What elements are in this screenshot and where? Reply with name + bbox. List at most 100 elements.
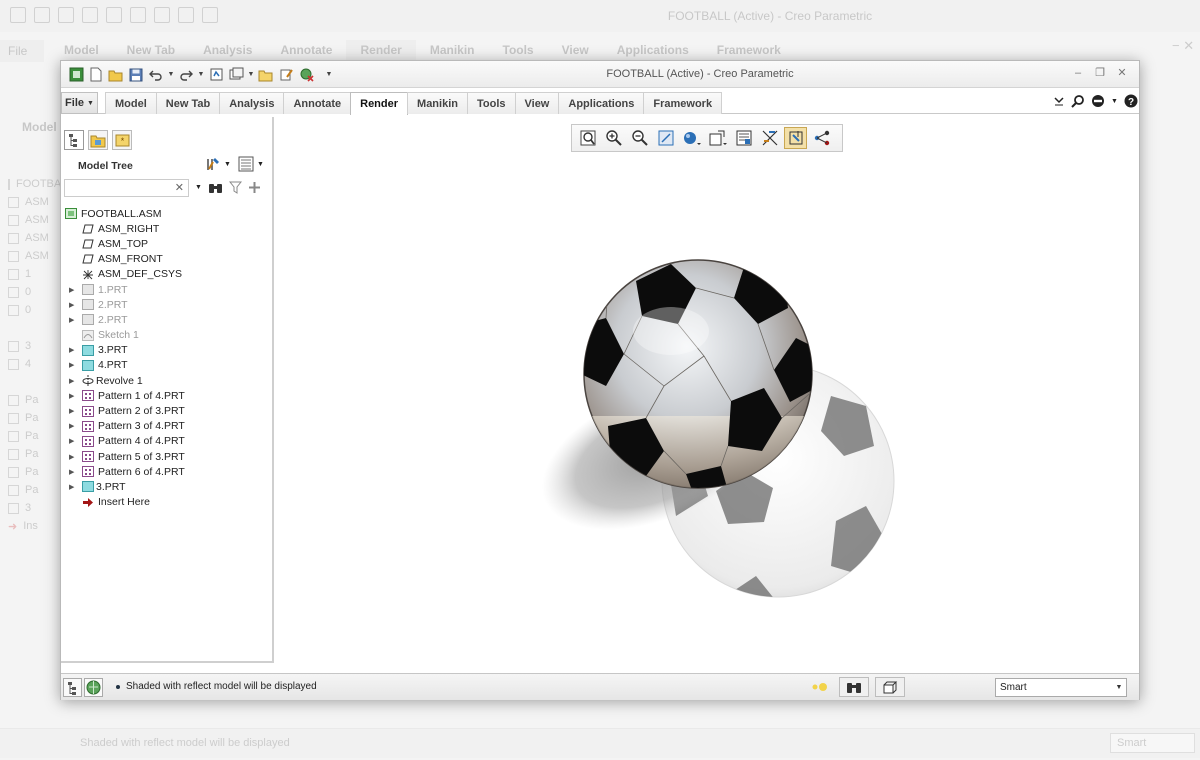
zoom-out-icon[interactable] [628, 127, 651, 149]
bg-tab: Model [64, 43, 99, 57]
tree-item-pattern-5[interactable]: ▶ Pattern 5 of 3.PRT [65, 449, 270, 464]
tab-annotate[interactable]: Annotate [283, 92, 352, 114]
bg-tree-row: ➜ Ins [8, 520, 38, 533]
tree-item-label: Insert Here [98, 496, 150, 509]
bg-model-tree: FOOTBALL.ASM ASM ASM ASM ASM 1 0 0 3 4 P… [0, 72, 100, 632]
tab-tools[interactable]: Tools [466, 92, 516, 114]
part-icon [82, 344, 94, 356]
refit-icon[interactable] [576, 127, 599, 149]
model-tree-tab-icon[interactable] [64, 130, 84, 150]
expand-arrow-icon[interactable]: ▶ [69, 392, 77, 400]
add-column-icon[interactable] [248, 181, 261, 194]
spin-center-icon[interactable] [784, 127, 807, 149]
tree-item-sketch-1[interactable]: Sketch 1 [65, 328, 270, 343]
show-columns-dropdown-icon[interactable]: ▼ [257, 161, 264, 168]
expand-arrow-icon[interactable]: ▶ [69, 361, 77, 369]
filter-icon[interactable] [228, 181, 242, 194]
tree-item-pattern-1[interactable]: ▶ Pattern 1 of 4.PRT [65, 388, 270, 403]
graphics-window[interactable] [276, 156, 1139, 671]
annotation-display-icon[interactable] [810, 127, 833, 149]
tab-framework[interactable]: Framework [643, 92, 723, 114]
tab-analysis[interactable]: Analysis [219, 92, 285, 114]
tree-search-field[interactable]: ✕ [64, 179, 189, 197]
find-binoculars-icon[interactable] [208, 181, 223, 194]
chevron-down-icon: ▼ [87, 99, 94, 107]
expand-arrow-icon[interactable]: ▶ [69, 468, 77, 476]
find-tool[interactable] [839, 677, 869, 697]
navigator-toggle-icon[interactable] [63, 678, 82, 697]
display-style-icon[interactable] [680, 127, 703, 149]
tree-item-3-prt-b[interactable]: ▶ 3.PRT [65, 479, 270, 494]
tree-search-input[interactable] [65, 180, 173, 196]
tree-item-pattern-2[interactable]: ▶ Pattern 2 of 3.PRT [65, 403, 270, 418]
geometry-selection-tool[interactable] [875, 677, 905, 697]
file-menu[interactable]: File ▼ [61, 92, 98, 114]
message-bullet-icon [116, 684, 120, 689]
favorites-tab-icon[interactable]: * [112, 130, 132, 150]
tree-item-1-prt[interactable]: ▶ 1.PRT [65, 282, 270, 297]
bg-statusbar: Shaded with reflect model will be displa… [0, 728, 1200, 758]
minimize-icon[interactable]: ‒ [1071, 66, 1085, 80]
tree-item-pattern-6[interactable]: ▶ Pattern 6 of 4.PRT [65, 464, 270, 479]
tree-item-label: 1.PRT [98, 283, 128, 296]
tree-settings-icon[interactable] [205, 156, 221, 172]
status-toggles [63, 678, 103, 697]
csys-icon [82, 269, 94, 280]
search-icon[interactable] [1071, 94, 1085, 108]
tree-item-pattern-4[interactable]: ▶ Pattern 4 of 4.PRT [65, 434, 270, 449]
selection-filter-select[interactable]: Smart ▼ [995, 678, 1127, 697]
view-manager-icon[interactable] [732, 127, 755, 149]
tree-item-asm-top[interactable]: ASM_TOP [65, 236, 270, 251]
expand-arrow-icon[interactable]: ▶ [69, 483, 77, 491]
tree-item-asm-def-csys[interactable]: ASM_DEF_CSYS [65, 267, 270, 282]
ribbon-collapse-icon[interactable] [1053, 95, 1065, 107]
close-icon[interactable]: ✕ [1115, 66, 1129, 80]
show-columns-icon[interactable] [238, 156, 254, 172]
folder-browser-tab-icon[interactable] [88, 130, 108, 150]
datum-display-icon[interactable] [758, 127, 781, 149]
tab-render[interactable]: Render [350, 92, 409, 115]
expand-arrow-icon[interactable]: ▶ [69, 407, 77, 415]
tab-new-tab[interactable]: New Tab [155, 92, 221, 114]
tree-item-label: ASM_TOP [98, 237, 148, 250]
tree-item-insert-here[interactable]: Insert Here [65, 495, 270, 510]
tree-item-pattern-3[interactable]: ▶ Pattern 3 of 4.PRT [65, 419, 270, 434]
saved-orientations-icon[interactable] [706, 127, 729, 149]
tab-view[interactable]: View [514, 92, 560, 114]
settings-icon[interactable] [1091, 94, 1105, 108]
tree-item-asm-front[interactable]: ASM_FRONT [65, 252, 270, 267]
zoom-in-icon[interactable] [602, 127, 625, 149]
expand-arrow-icon[interactable]: ▶ [69, 453, 77, 461]
clear-search-icon[interactable]: ✕ [175, 181, 184, 194]
graphics-toolbar [571, 124, 843, 152]
expand-arrow-icon[interactable]: ▶ [69, 422, 77, 430]
help-icon[interactable]: ? [1124, 94, 1138, 108]
tree-item-label: FOOTBALL.ASM [81, 207, 162, 220]
search-dropdown-icon[interactable]: ▼ [195, 184, 202, 191]
tab-manikin[interactable]: Manikin [407, 92, 468, 114]
expand-arrow-icon[interactable]: ▶ [69, 346, 77, 354]
tab-model[interactable]: Model [105, 92, 157, 114]
tree-item-asm-right[interactable]: ASM_RIGHT [65, 221, 270, 236]
tree-item-2-prt[interactable]: ▶ 2.PRT [65, 297, 270, 312]
bg-file-menu: File [0, 40, 44, 62]
tree-item-2-prt[interactable]: ▶ 2.PRT [65, 312, 270, 327]
tree-item-3-prt[interactable]: ▶ 3.PRT [65, 343, 270, 358]
repaint-icon[interactable] [654, 127, 677, 149]
model-render-canvas[interactable] [276, 156, 1139, 671]
tree-item-label: ASM_RIGHT [98, 222, 160, 235]
tree-item-revolve-1[interactable]: ▶ Revolve 1 [65, 373, 270, 388]
expand-arrow-icon[interactable]: ▶ [69, 316, 77, 324]
tree-item-4-prt[interactable]: ▶ 4.PRT [65, 358, 270, 373]
tree-item-football-asm[interactable]: FOOTBALL.ASM [65, 206, 270, 221]
assembly-icon [65, 208, 77, 220]
restore-icon[interactable]: ❐ [1093, 66, 1107, 80]
expand-arrow-icon[interactable]: ▶ [69, 437, 77, 445]
expand-arrow-icon[interactable]: ▶ [69, 301, 77, 309]
tab-applications[interactable]: Applications [558, 92, 645, 114]
tree-settings-dropdown-icon[interactable]: ▼ [224, 161, 231, 168]
expand-arrow-icon[interactable]: ▶ [69, 377, 77, 385]
browser-toggle-icon[interactable] [84, 678, 103, 697]
settings-dropdown-icon[interactable]: ▼ [1111, 98, 1118, 105]
expand-arrow-icon[interactable]: ▶ [69, 286, 77, 294]
